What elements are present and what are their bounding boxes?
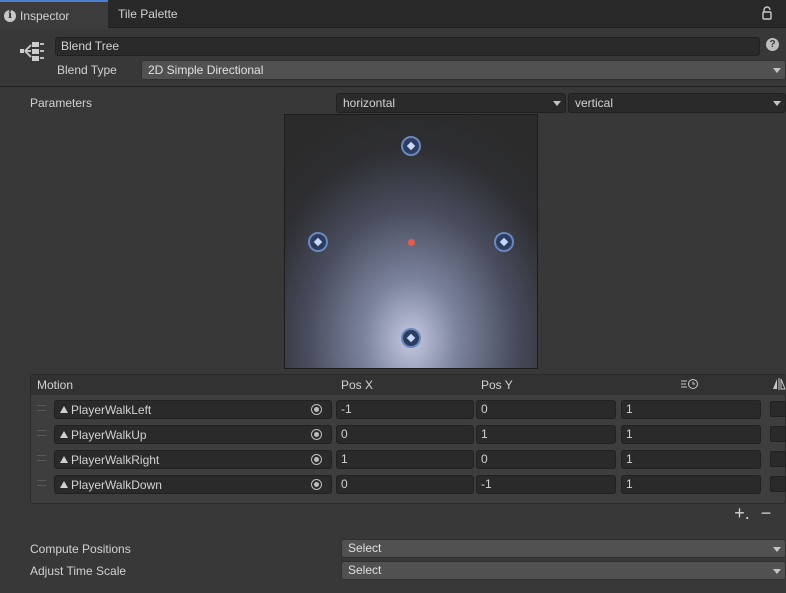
time-scale-field[interactable]: 1 (621, 425, 761, 444)
drag-handle-icon[interactable] (37, 405, 46, 411)
animation-clip-icon (60, 481, 68, 488)
blend-type-label: Blend Type (57, 63, 117, 77)
blend-graph[interactable] (284, 114, 538, 369)
parameter-y-value: vertical (575, 96, 614, 110)
drag-handle-icon[interactable] (37, 480, 46, 486)
animation-clip-icon (60, 431, 68, 438)
motion-row: PlayerWalkDown 0 -1 1 (31, 473, 786, 498)
adjust-time-scale-dropdown[interactable]: Select (341, 561, 786, 580)
mirror-checkbox[interactable] (770, 451, 786, 467)
time-scale-field[interactable]: 1 (621, 475, 761, 494)
pos-y-field[interactable]: -1 (476, 475, 616, 494)
motion-clip-name: PlayerWalkLeft (71, 402, 152, 417)
mirror-checkbox[interactable] (770, 426, 786, 442)
time-scale-icon (681, 379, 698, 389)
adjust-time-scale-label: Adjust Time Scale (30, 564, 127, 578)
pos-x-field[interactable]: 0 (336, 475, 474, 494)
motion-clip-field[interactable]: PlayerWalkLeft (54, 400, 332, 419)
blend-tree-icon (20, 42, 44, 61)
pos-x-field[interactable]: -1 (336, 400, 474, 419)
tab-inspector[interactable]: i Inspector (0, 0, 108, 29)
mirror-checkbox[interactable] (770, 401, 786, 417)
mirror-checkbox[interactable] (770, 476, 786, 492)
lock-icon[interactable] (762, 6, 772, 20)
current-blend-point[interactable] (407, 238, 415, 246)
object-picker-icon[interactable] (311, 429, 322, 440)
mirror-icon (773, 378, 786, 390)
motion-clip-field[interactable]: PlayerWalkUp (54, 425, 332, 444)
dropdown-arrow-icon (553, 101, 561, 106)
blend-type-value: 2D Simple Directional (148, 63, 264, 77)
remove-motion-button[interactable]: − (757, 504, 775, 523)
motion-point[interactable] (401, 328, 421, 348)
blend-tree-name-field[interactable]: Blend Tree (55, 37, 760, 56)
pos-x-column-header: Pos X (341, 378, 374, 392)
parameters-label: Parameters (30, 96, 93, 110)
pos-y-field[interactable]: 0 (476, 450, 616, 469)
tab-tile-palette[interactable]: Tile Palette (118, 0, 178, 28)
dropdown-arrow-icon (773, 68, 781, 73)
motion-point[interactable] (401, 136, 421, 156)
motion-point[interactable] (308, 232, 328, 252)
compute-positions-dropdown[interactable]: Select (341, 539, 786, 558)
motion-column-header: Motion (37, 378, 74, 392)
motion-row: PlayerWalkLeft -1 0 1 (31, 398, 786, 423)
info-icon: i (4, 9, 16, 22)
motion-list-header (31, 375, 786, 395)
object-picker-icon[interactable] (311, 479, 322, 490)
time-scale-field[interactable]: 1 (621, 400, 761, 419)
pos-x-field[interactable]: 1 (336, 450, 474, 469)
pos-y-column-header: Pos Y (481, 378, 513, 392)
pos-x-field[interactable]: 0 (336, 425, 474, 444)
kebab-menu-icon[interactable]: ⋮ (780, 6, 786, 21)
drag-handle-icon[interactable] (37, 430, 46, 436)
motion-row: PlayerWalkRight 1 0 1 (31, 448, 786, 473)
dropdown-arrow-icon (773, 547, 781, 552)
dropdown-arrow-icon (773, 569, 781, 574)
motion-clip-field[interactable]: PlayerWalkDown (54, 475, 332, 494)
help-icon[interactable]: ? (766, 38, 779, 51)
add-motion-button[interactable]: +. (733, 504, 751, 523)
divider (0, 86, 786, 87)
parameter-x-dropdown[interactable]: horizontal (336, 93, 566, 113)
parameter-x-value: horizontal (343, 96, 396, 110)
motion-clip-field[interactable]: PlayerWalkRight (54, 450, 332, 469)
time-scale-field[interactable]: 1 (621, 450, 761, 469)
parameter-y-dropdown[interactable]: vertical (568, 93, 786, 113)
pos-y-field[interactable]: 0 (476, 400, 616, 419)
motion-clip-name: PlayerWalkRight (71, 452, 160, 467)
motion-clip-name: PlayerWalkUp (71, 427, 147, 442)
drag-handle-icon[interactable] (37, 455, 46, 461)
compute-positions-value: Select (348, 541, 382, 555)
animation-clip-icon (60, 406, 68, 413)
motion-row: PlayerWalkUp 0 1 1 (31, 423, 786, 448)
animation-clip-icon (60, 456, 68, 463)
blend-type-dropdown[interactable]: 2D Simple Directional (141, 60, 786, 80)
tab-tile-palette-label: Tile Palette (118, 7, 178, 21)
object-picker-icon[interactable] (311, 454, 322, 465)
adjust-time-scale-value: Select (348, 563, 382, 577)
compute-positions-label: Compute Positions (30, 542, 131, 556)
motion-clip-name: PlayerWalkDown (71, 477, 162, 492)
motion-point[interactable] (494, 232, 514, 252)
tab-inspector-label: Inspector (20, 8, 70, 23)
object-picker-icon[interactable] (311, 404, 322, 415)
dropdown-arrow-icon (773, 101, 781, 106)
pos-y-field[interactable]: 1 (476, 425, 616, 444)
